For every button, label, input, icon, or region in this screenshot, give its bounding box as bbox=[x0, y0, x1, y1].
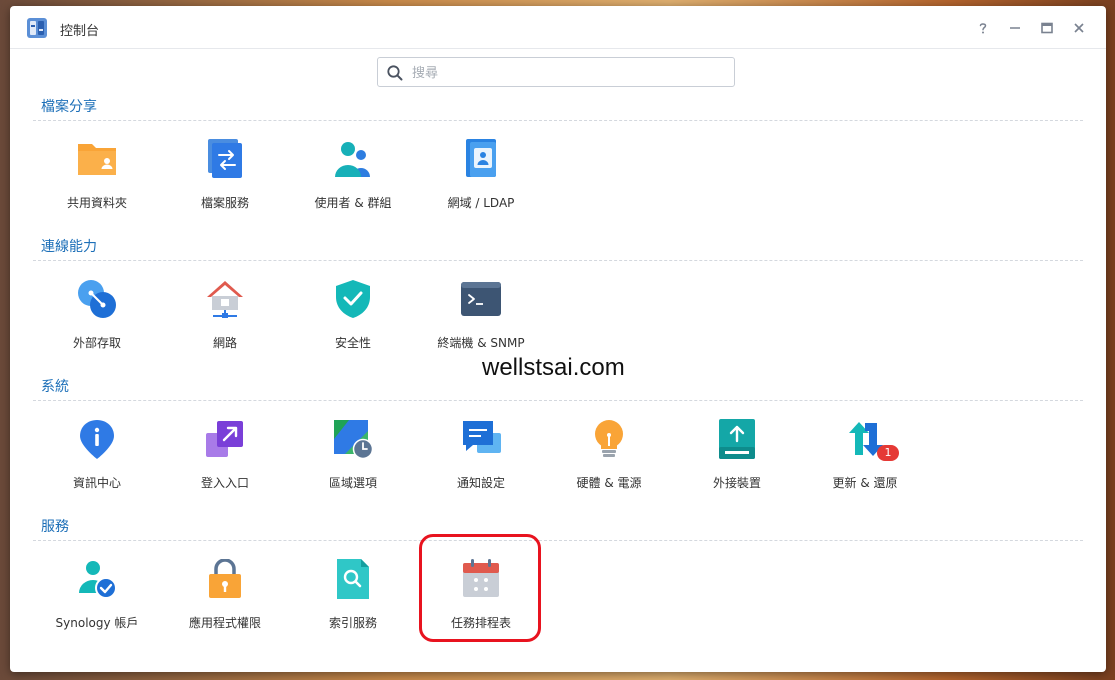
shared-folder-label: 共用資料夾 bbox=[66, 196, 127, 210]
network-item[interactable]: 網路 bbox=[161, 279, 289, 361]
file-services-icon bbox=[208, 139, 242, 178]
section-divider bbox=[33, 540, 1083, 541]
notification-item[interactable]: 通知設定 bbox=[417, 419, 545, 501]
update-restore-label: 更新 & 還原 bbox=[832, 476, 898, 490]
section-divider bbox=[33, 120, 1083, 121]
index-search-icon bbox=[337, 559, 369, 599]
search-box bbox=[377, 57, 735, 87]
help-icon bbox=[979, 23, 987, 34]
title-bar: 控制台 bbox=[10, 6, 1106, 49]
regional-clock-icon bbox=[334, 420, 373, 459]
security-label: 安全性 bbox=[334, 336, 371, 350]
domain-ldap-item[interactable]: 網域 / LDAP bbox=[417, 139, 545, 221]
section-divider bbox=[33, 400, 1083, 401]
close-button[interactable] bbox=[1067, 16, 1091, 40]
terminal-snmp-item[interactable]: 終端機 & SNMP bbox=[417, 279, 545, 361]
control-panel-window: 控制台 搜尋 檔案分享 共用資料夾 檔案服務 使用者 & 群組 網域 / LDA… bbox=[10, 6, 1106, 672]
window-title: 控制台 bbox=[60, 24, 100, 39]
file-services-item[interactable]: 檔案服務 bbox=[161, 139, 289, 221]
security-shield-icon bbox=[336, 280, 370, 318]
close-icon bbox=[1074, 23, 1084, 33]
padlock-icon bbox=[209, 559, 241, 598]
control-panel-app-icon bbox=[27, 18, 47, 38]
maximize-icon bbox=[1041, 22, 1053, 34]
hardware-power-item[interactable]: 硬體 & 電源 bbox=[545, 419, 673, 501]
section-title-services: 服務 bbox=[41, 519, 69, 535]
app-privileges-item[interactable]: 應用程式權限 bbox=[161, 559, 289, 641]
regional-options-label: 區域選項 bbox=[328, 476, 377, 490]
synology-account-icon bbox=[79, 561, 117, 599]
regional-options-item[interactable]: 區域選項 bbox=[289, 419, 417, 501]
synology-account-item[interactable]: Synology 帳戶 bbox=[33, 559, 161, 641]
search-input[interactable] bbox=[410, 62, 724, 84]
external-access-icon bbox=[78, 280, 116, 318]
external-device-icon bbox=[719, 419, 755, 459]
notification-label: 通知設定 bbox=[456, 476, 505, 490]
watermark-text: wellstsai.com bbox=[482, 354, 625, 381]
synology-account-label: Synology 帳戶 bbox=[55, 616, 139, 630]
login-portal-item[interactable]: 登入入口 bbox=[161, 419, 289, 501]
user-group-icon bbox=[335, 142, 370, 177]
login-portal-icon bbox=[206, 421, 243, 457]
section-title-system: 系統 bbox=[41, 379, 69, 395]
lightbulb-icon bbox=[595, 420, 623, 457]
app-privileges-label: 應用程式權限 bbox=[188, 616, 261, 630]
info-center-label: 資訊中心 bbox=[72, 476, 121, 490]
minimize-button[interactable] bbox=[1003, 16, 1027, 40]
domain-ldap-icon bbox=[466, 139, 496, 177]
maximize-button[interactable] bbox=[1035, 16, 1059, 40]
search-icon bbox=[387, 65, 403, 81]
security-item[interactable]: 安全性 bbox=[289, 279, 417, 361]
network-icon bbox=[207, 281, 243, 318]
info-pin-icon bbox=[80, 420, 114, 459]
terminal-snmp-label: 終端機 & SNMP bbox=[437, 336, 525, 350]
section-title-connectivity: 連線能力 bbox=[41, 239, 97, 255]
notification-chat-icon bbox=[463, 421, 501, 453]
indexing-service-label: 索引服務 bbox=[328, 616, 377, 630]
network-label: 網路 bbox=[212, 336, 237, 350]
user-group-label: 使用者 & 群組 bbox=[314, 196, 392, 210]
help-button[interactable] bbox=[971, 16, 995, 40]
user-group-item[interactable]: 使用者 & 群組 bbox=[289, 139, 417, 221]
shared-folder-icon bbox=[78, 144, 116, 175]
section-title-file-sharing: 檔案分享 bbox=[41, 99, 97, 115]
indexing-service-item[interactable]: 索引服務 bbox=[289, 559, 417, 641]
update-count-badge: 1 bbox=[877, 445, 899, 461]
task-scheduler-highlight-box bbox=[419, 534, 541, 642]
external-access-item[interactable]: 外部存取 bbox=[33, 279, 161, 361]
info-center-item[interactable]: 資訊中心 bbox=[33, 419, 161, 501]
login-portal-label: 登入入口 bbox=[200, 476, 249, 490]
minimize-icon bbox=[1010, 27, 1020, 29]
section-divider bbox=[33, 260, 1083, 261]
domain-ldap-label: 網域 / LDAP bbox=[447, 196, 515, 210]
shared-folder-item[interactable]: 共用資料夾 bbox=[33, 139, 161, 221]
file-services-label: 檔案服務 bbox=[200, 196, 249, 210]
external-devices-item[interactable]: 外接裝置 bbox=[673, 419, 801, 501]
terminal-icon bbox=[461, 282, 501, 316]
hardware-power-label: 硬體 & 電源 bbox=[576, 476, 642, 490]
external-access-label: 外部存取 bbox=[72, 336, 121, 350]
update-restore-item[interactable]: 1 更新 & 還原 bbox=[801, 419, 929, 501]
external-devices-label: 外接裝置 bbox=[712, 476, 761, 490]
